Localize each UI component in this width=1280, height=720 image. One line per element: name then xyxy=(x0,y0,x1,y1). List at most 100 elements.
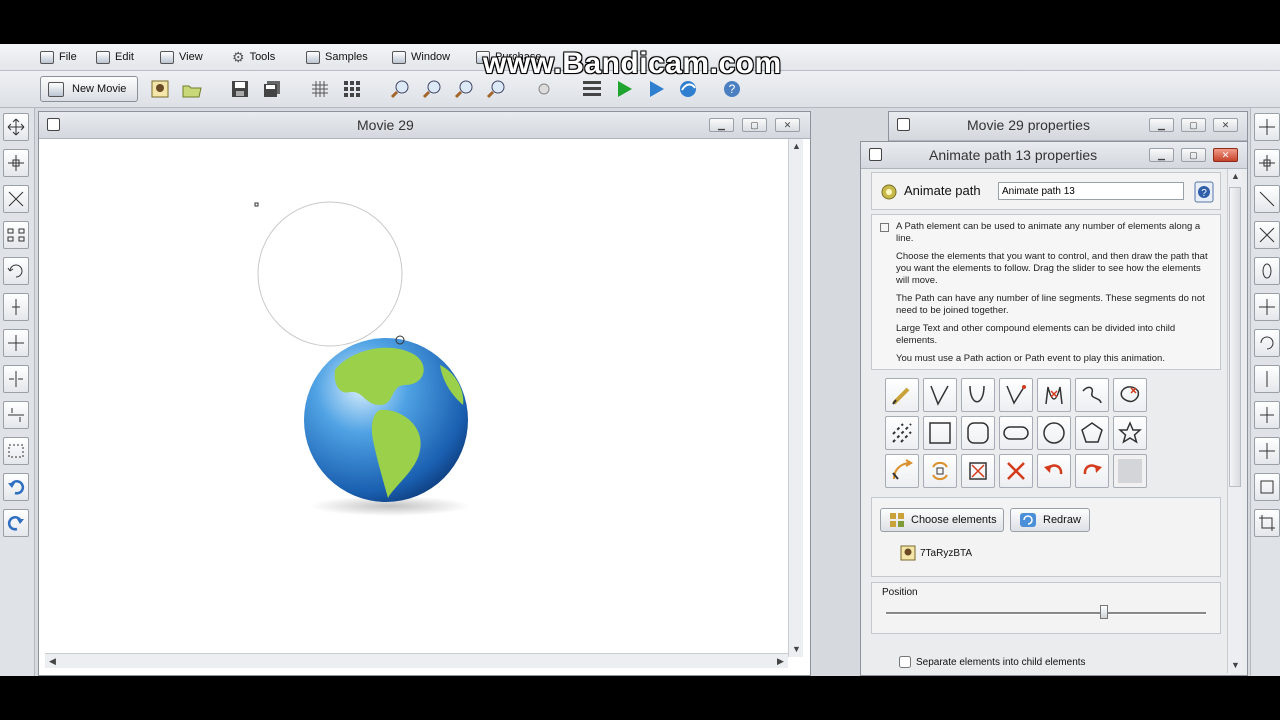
undo-icon[interactable] xyxy=(1037,454,1071,488)
skew-icon[interactable] xyxy=(1254,293,1280,321)
open-folder-icon[interactable] xyxy=(180,77,204,101)
resize-icon[interactable] xyxy=(3,185,29,213)
chosen-element[interactable]: 7TaRyzBTA xyxy=(900,545,972,561)
window-menu-icon[interactable] xyxy=(47,118,60,131)
movie-properties-title: Movie 29 properties xyxy=(967,117,1090,133)
menu-window[interactable]: Window xyxy=(392,49,450,65)
point-path-icon[interactable] xyxy=(999,378,1033,412)
freehand-pen-icon[interactable] xyxy=(885,378,919,412)
pentagon-icon[interactable] xyxy=(1075,416,1109,450)
frame-icon[interactable] xyxy=(1254,473,1280,501)
menu-edit[interactable]: Edit xyxy=(96,49,134,65)
scroll-down-arrow[interactable]: ▼ xyxy=(789,642,804,657)
horizontal-scrollbar[interactable]: ◀ ▶ xyxy=(45,653,788,668)
close-button[interactable]: ✕ xyxy=(1213,118,1238,132)
window-menu-icon[interactable] xyxy=(897,118,910,131)
movie-properties-titlebar: Movie 29 properties ▁ ▢ ✕ xyxy=(889,112,1247,141)
movie-window-titlebar: Movie 29 ▁ ▢ ✕ xyxy=(39,112,810,139)
separate-elements-checkbox[interactable] xyxy=(899,656,911,668)
redo-icon[interactable] xyxy=(1075,454,1109,488)
delete-point-icon[interactable] xyxy=(1037,378,1071,412)
maximize-button[interactable]: ▢ xyxy=(742,118,767,132)
circle-icon[interactable] xyxy=(1037,416,1071,450)
position-slider-track[interactable] xyxy=(886,612,1206,615)
movie-canvas[interactable] xyxy=(45,140,787,658)
delete-icon[interactable] xyxy=(999,454,1033,488)
maximize-button[interactable]: ▢ xyxy=(1181,148,1206,162)
properties-scrollbar[interactable]: ▲ ▼ xyxy=(1227,169,1242,673)
scroll-down-arrow[interactable]: ▼ xyxy=(1228,658,1243,673)
element-name-input[interactable] xyxy=(998,182,1184,200)
distribute-icon[interactable] xyxy=(3,221,29,249)
save-icon[interactable] xyxy=(228,77,252,101)
move-all-icon[interactable] xyxy=(1254,149,1280,177)
rectangle-icon[interactable] xyxy=(923,416,957,450)
move-icon[interactable] xyxy=(1254,113,1280,141)
separate-elements-option[interactable]: Separate elements into child elements xyxy=(899,656,1086,668)
swap-path-icon[interactable] xyxy=(923,454,957,488)
maximize-button[interactable]: ▢ xyxy=(1181,118,1206,132)
vertical-line-icon[interactable] xyxy=(1254,365,1280,393)
curve-path-icon[interactable] xyxy=(961,378,995,412)
resize-icon[interactable] xyxy=(1254,185,1280,213)
scroll-thumb[interactable] xyxy=(1229,187,1241,487)
menu-tools[interactable]: ⚙ Tools xyxy=(232,49,275,65)
svg-text:?: ? xyxy=(1201,188,1207,199)
rotate-icon[interactable] xyxy=(3,257,29,285)
film-icon xyxy=(48,81,64,97)
selection-rectangle-icon[interactable] xyxy=(3,437,29,465)
close-button[interactable]: ✕ xyxy=(1213,148,1238,162)
collapse-toggle[interactable] xyxy=(880,223,889,232)
menu-file[interactable]: File xyxy=(40,49,77,65)
scroll-left-arrow[interactable]: ◀ xyxy=(45,654,60,669)
vertical-scrollbar[interactable]: ▲ ▼ xyxy=(788,139,803,657)
zoom-out-icon[interactable] xyxy=(420,77,444,101)
new-movie-button[interactable]: New Movie xyxy=(40,76,138,102)
save-all-icon[interactable] xyxy=(260,77,284,101)
line-path-icon[interactable] xyxy=(923,378,957,412)
choose-elements-button[interactable]: Choose elements xyxy=(880,508,1004,532)
align-vertical-icon[interactable] xyxy=(3,401,29,429)
move-all-icon[interactable] xyxy=(3,149,29,177)
rotate-icon[interactable] xyxy=(1254,329,1280,357)
smooth-path-icon[interactable] xyxy=(1075,378,1109,412)
dotted-line-icon[interactable] xyxy=(885,416,919,450)
flip-icon[interactable] xyxy=(1254,257,1280,285)
move-icon[interactable] xyxy=(3,113,29,141)
menu-samples[interactable]: Samples xyxy=(306,49,368,65)
picture-icon[interactable] xyxy=(148,77,172,101)
minimize-button[interactable]: ▁ xyxy=(1149,148,1174,162)
reverse-path-icon[interactable] xyxy=(885,454,919,488)
vertical-line-icon[interactable] xyxy=(3,293,29,321)
position-label: Position xyxy=(882,587,918,598)
rounded-rectangle-icon[interactable] xyxy=(961,416,995,450)
pill-shape-icon[interactable] xyxy=(999,416,1033,450)
scroll-up-arrow[interactable]: ▲ xyxy=(1228,169,1243,184)
minimize-button[interactable]: ▁ xyxy=(709,118,734,132)
menu-view[interactable]: View xyxy=(160,49,203,65)
samples-icon xyxy=(306,50,320,64)
align-horizontal-icon[interactable] xyxy=(3,365,29,393)
zoom-fit-icon[interactable] xyxy=(452,77,476,101)
minimize-button[interactable]: ▁ xyxy=(1149,118,1174,132)
redraw-button[interactable]: Redraw xyxy=(1010,508,1090,532)
redo-icon[interactable] xyxy=(3,509,29,537)
snap-grid-icon[interactable] xyxy=(340,77,364,101)
close-path-icon[interactable] xyxy=(1113,378,1147,412)
align-center-icon[interactable] xyxy=(1254,437,1280,465)
scale-icon[interactable] xyxy=(1254,221,1280,249)
crop-icon[interactable] xyxy=(1254,509,1280,537)
grid-icon[interactable] xyxy=(308,77,332,101)
scroll-right-arrow[interactable]: ▶ xyxy=(773,654,788,669)
undo-icon[interactable] xyxy=(3,473,29,501)
position-slider-thumb[interactable] xyxy=(1099,605,1108,619)
help-icon[interactable]: ? xyxy=(1194,181,1214,203)
window-menu-icon[interactable] xyxy=(869,148,882,161)
align-center-icon[interactable] xyxy=(3,329,29,357)
align-horizontal-icon[interactable] xyxy=(1254,401,1280,429)
scroll-up-arrow[interactable]: ▲ xyxy=(789,139,804,154)
close-button[interactable]: ✕ xyxy=(775,118,800,132)
zoom-in-icon[interactable] xyxy=(388,77,412,101)
clear-path-icon[interactable] xyxy=(961,454,995,488)
star-icon[interactable] xyxy=(1113,416,1147,450)
